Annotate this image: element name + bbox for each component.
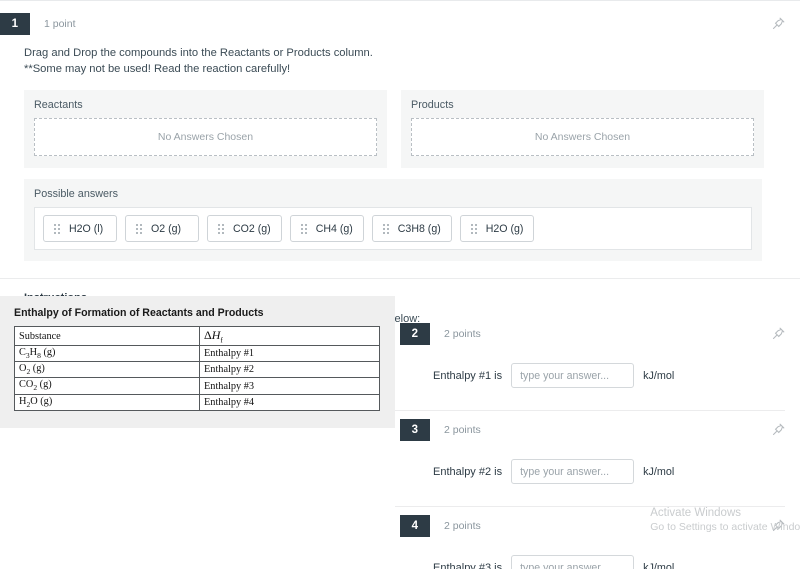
question-2-header: 2 2 points [395, 323, 800, 346]
cell-substance: O2 (g) [14, 361, 200, 379]
products-empty-text: No Answers Chosen [534, 131, 631, 144]
pushpin-icon[interactable] [771, 422, 786, 442]
prompt-line-1: Drag and Drop the compounds into the Rea… [24, 47, 373, 59]
question-1-number: 1 [0, 13, 30, 35]
possible-answers-title: Possible answers [34, 188, 119, 201]
enthalpy-3-input[interactable] [511, 555, 635, 569]
enthalpy-table: Substance ΔHf C3H8 (g) Enthalpy #1 O2 (g… [14, 325, 380, 411]
cell-enthalpy: Enthalpy #2 [199, 361, 380, 379]
products-dropzone[interactable]: No Answers Chosen [411, 118, 754, 157]
answer-chip-label: CO2 (g) [233, 222, 271, 235]
question-4-block: 4 2 points Enthalpy #3 is kJ/mol [395, 515, 800, 569]
question-3-points: 2 points [444, 424, 481, 436]
column-header-substance: Substance [14, 325, 200, 347]
answer-chip[interactable]: O2 (g) [125, 215, 199, 243]
answer-chip[interactable]: C3H8 (g) [371, 215, 452, 243]
answer-chip-label: CH4 (g) [315, 222, 353, 235]
drag-handle-icon[interactable] [300, 223, 307, 234]
answer-chip-label: O2 (g) [151, 222, 182, 235]
answer-chip[interactable]: CO2 (g) [207, 215, 282, 243]
answer-chip[interactable]: CH4 (g) [289, 215, 364, 243]
cell-substance: C3H8 (g) [14, 345, 200, 363]
question-3-block: 3 2 points Enthalpy #2 is kJ/mol [395, 419, 800, 484]
answer-chip[interactable]: H2O (l) [43, 215, 117, 243]
enthalpy-table-title: Enthalpy of Formation of Reactants and P… [14, 307, 264, 319]
cell-enthalpy: Enthalpy #1 [199, 345, 380, 363]
question-2-block: 2 2 points Enthalpy #1 is kJ/mol [395, 323, 800, 388]
question-2-points: 2 points [444, 328, 481, 340]
enthalpy-2-label: Enthalpy #2 is [433, 465, 503, 478]
enthalpy-1-input[interactable] [511, 363, 635, 388]
cell-enthalpy: Enthalpy #3 [199, 377, 380, 395]
table-header-row: Substance ΔHf [14, 325, 380, 347]
drag-drop-columns: Reactants No Answers Chosen Products No … [24, 90, 764, 169]
question-4-points: 2 points [444, 520, 481, 532]
drag-handle-icon[interactable] [382, 223, 389, 234]
pushpin-icon[interactable] [771, 326, 786, 346]
enthalpy-1-label: Enthalpy #1 is [433, 369, 503, 382]
question-2-number: 2 [400, 323, 430, 345]
drag-handle-icon[interactable] [218, 223, 224, 234]
answer-chip-label: H2O (g) [485, 222, 524, 235]
question-4-body: Enthalpy #3 is kJ/mol [395, 555, 800, 569]
enthalpy-3-label: Enthalpy #3 is [433, 561, 503, 569]
enthalpy-3-unit: kJ/mol [643, 561, 675, 569]
question-1-block: 1 1 point Drag and Drop the compounds in… [0, 1, 800, 262]
question-divider [395, 410, 785, 411]
reactants-column: Reactants No Answers Chosen [24, 90, 387, 169]
products-column: Products No Answers Chosen [401, 90, 764, 169]
reactants-dropzone[interactable]: No Answers Chosen [34, 118, 377, 157]
answer-chip-label: C3H8 (g) [397, 222, 441, 235]
question-divider [395, 506, 785, 507]
answer-chip[interactable]: H2O (g) [459, 215, 535, 243]
question-3-number: 3 [400, 419, 430, 441]
products-title: Products [411, 99, 454, 112]
assignment-page: 1 1 point Drag and Drop the compounds in… [0, 0, 800, 569]
question-1-points: 1 point [44, 18, 76, 30]
reactants-empty-text: No Answers Chosen [157, 131, 254, 144]
enthalpy-2-input[interactable] [511, 459, 635, 484]
cell-enthalpy: Enthalpy #4 [199, 393, 380, 411]
drag-handle-icon[interactable] [54, 223, 60, 234]
question-3-body: Enthalpy #2 is kJ/mol [395, 459, 800, 484]
possible-answers-panel: Possible answers H2O (l) O2 (g) CO2 (g) … [24, 179, 762, 262]
table-row: CO2 (g) Enthalpy #3 [14, 377, 380, 395]
table-row: O2 (g) Enthalpy #2 [14, 361, 380, 379]
prompt-line-2: **Some may not be used! Read the reactio… [24, 63, 291, 76]
pushpin-icon[interactable] [771, 518, 786, 538]
question-1-prompt: Drag and Drop the compounds into the Rea… [0, 36, 786, 77]
table-row: C3H8 (g) Enthalpy #1 [14, 345, 380, 363]
answer-chip-label: H2O (l) [69, 222, 104, 235]
possible-answers-track: H2O (l) O2 (g) CO2 (g) CH4 (g) C3H8 (g) [34, 207, 752, 251]
enthalpy-table-image: Enthalpy of Formation of Reactants and P… [0, 296, 395, 428]
cell-substance: CO2 (g) [14, 377, 200, 395]
enthalpy-1-unit: kJ/mol [643, 369, 675, 382]
reactants-title: Reactants [34, 99, 83, 112]
question-3-header: 3 2 points [395, 419, 800, 442]
pushpin-icon[interactable] [771, 16, 786, 36]
drag-handle-icon[interactable] [136, 223, 142, 234]
table-row: H2O (g) Enthalpy #4 [14, 393, 380, 411]
question-1-header: 1 1 point [0, 13, 786, 36]
question-4-number: 4 [400, 515, 430, 537]
cell-substance: H2O (g) [14, 393, 200, 411]
column-header-delta-hf: ΔHf [199, 325, 380, 347]
question-2-body: Enthalpy #1 is kJ/mol [395, 363, 800, 388]
drag-handle-icon[interactable] [470, 223, 477, 234]
question-4-header: 4 2 points [395, 515, 800, 538]
enthalpy-2-unit: kJ/mol [643, 465, 675, 478]
